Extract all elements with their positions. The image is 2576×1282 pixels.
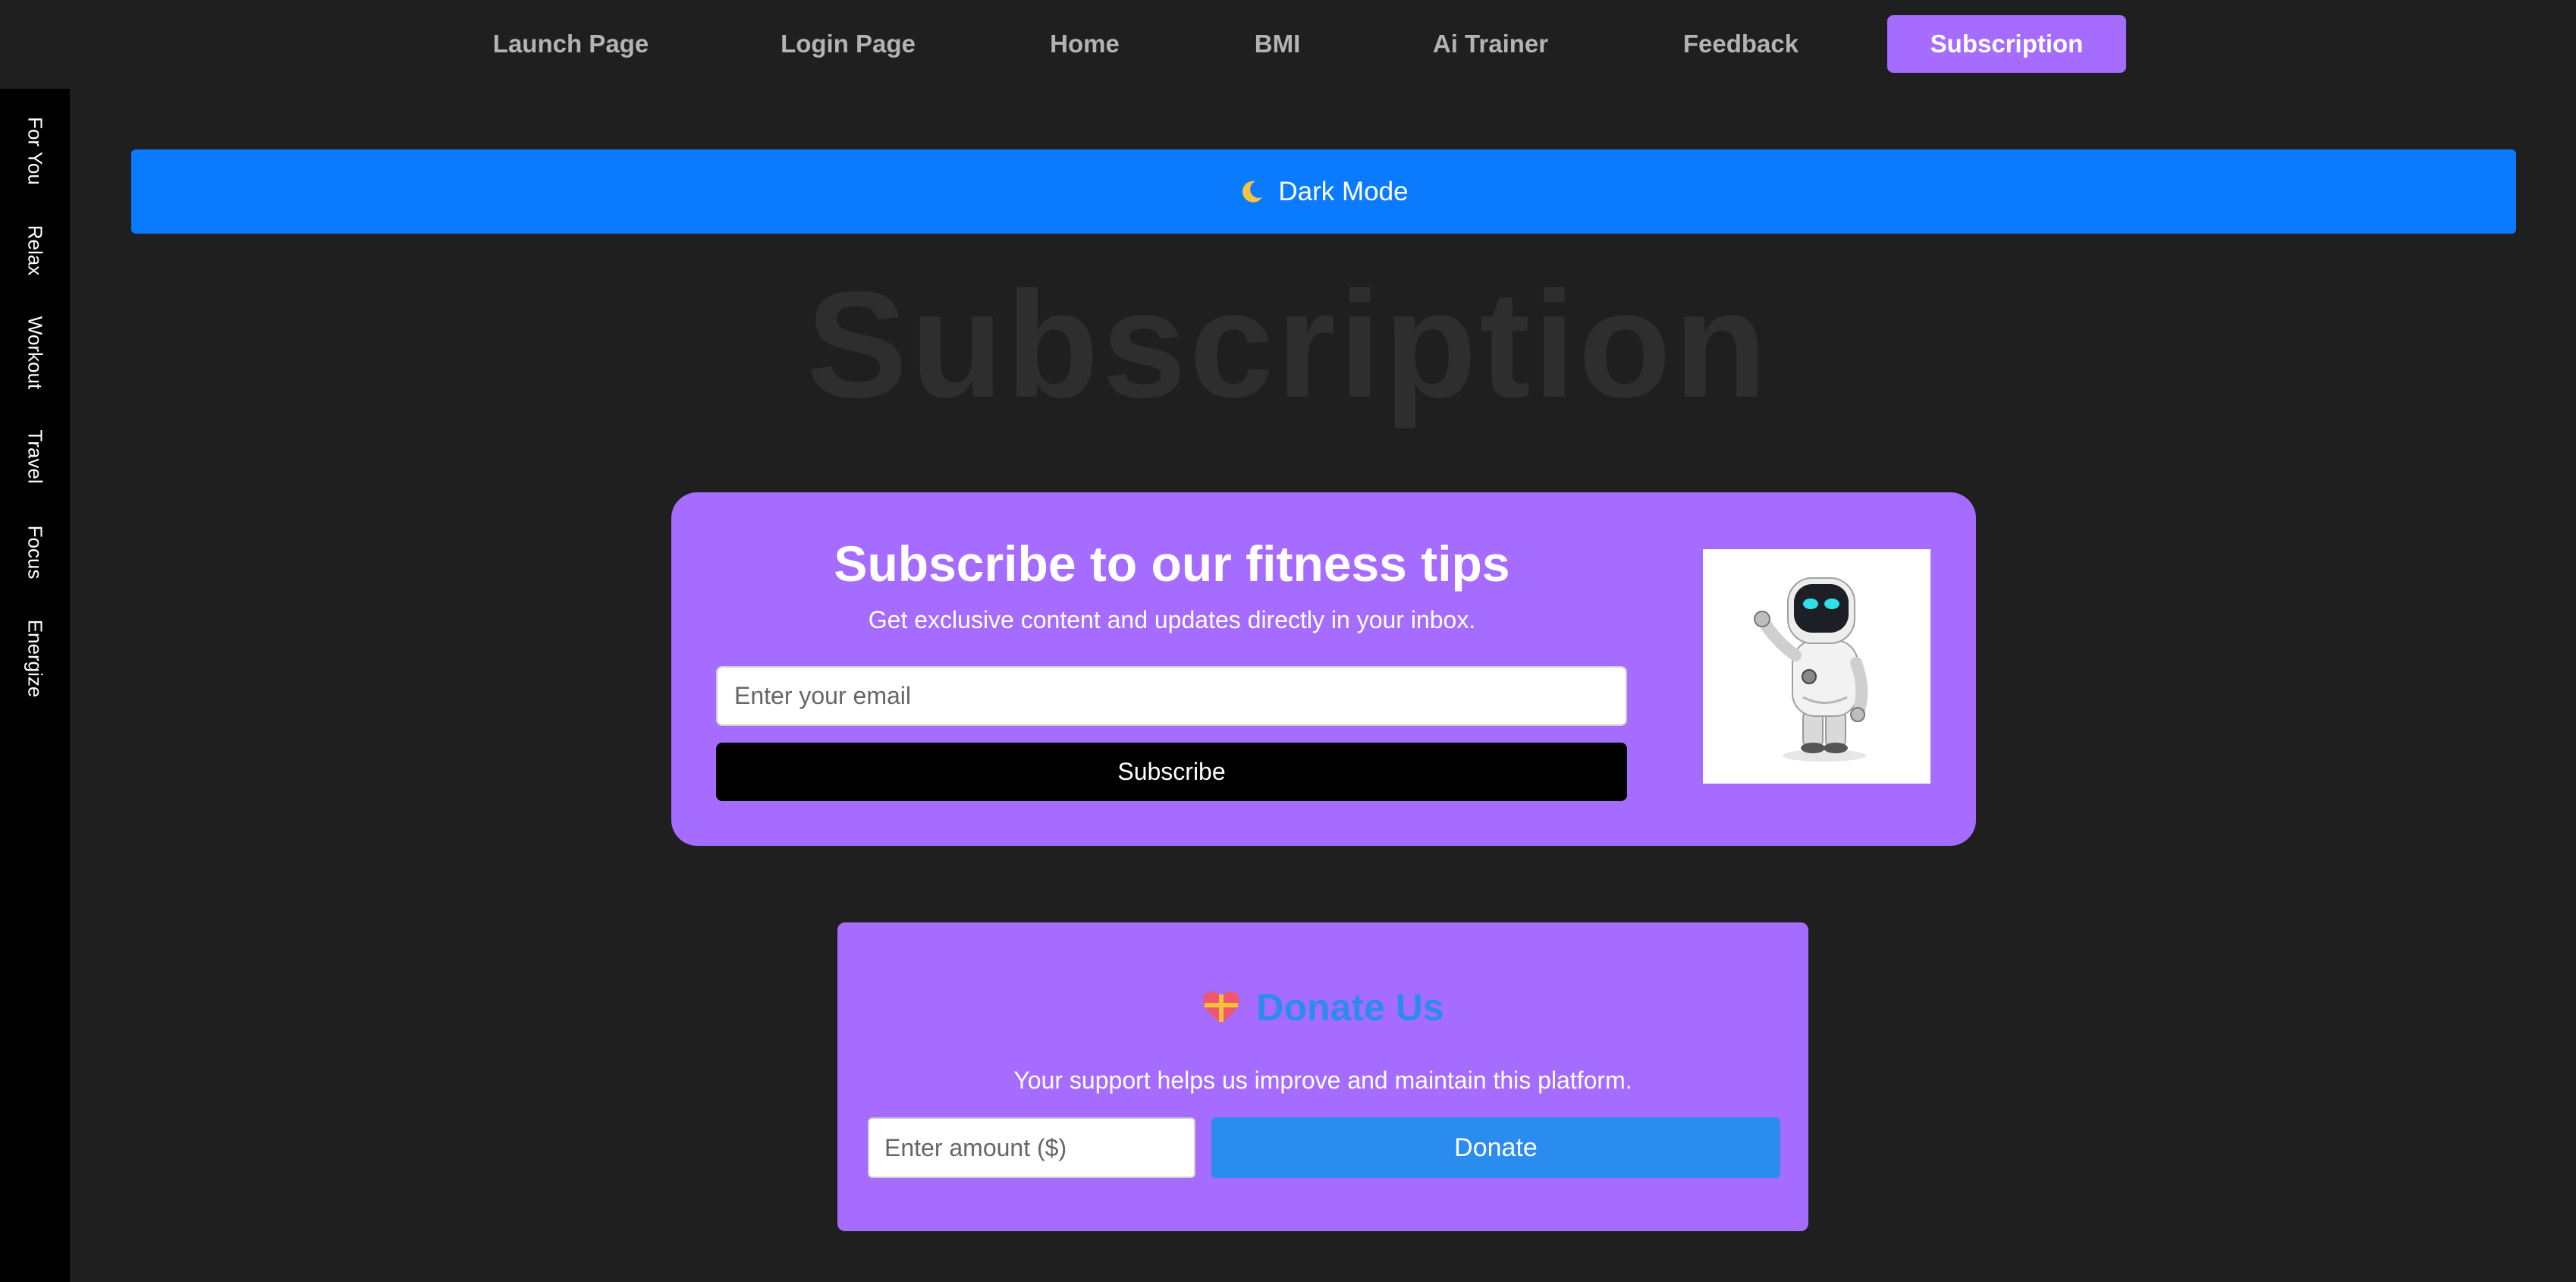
dark-mode-label: Dark Mode [1278,176,1409,206]
email-field[interactable] [716,666,1627,726]
sidebar-item-energize[interactable]: Energize [24,620,47,698]
top-navigation: Launch Page Login Page Home BMI Ai Train… [0,0,2576,89]
sidebar: For You Relax Workout Travel Focus Energ… [0,89,70,1282]
amount-field[interactable] [868,1117,1195,1178]
sidebar-item-for-you[interactable]: For You [24,117,47,185]
heart-gift-icon [1203,991,1240,1023]
nav-bmi[interactable]: BMI [1221,15,1334,73]
nav-login-page[interactable]: Login Page [734,15,962,73]
donate-button[interactable]: Donate [1211,1117,1780,1178]
moon-icon [1242,181,1263,203]
subscribe-card: Subscribe to our fitness tips Get exclus… [671,492,1976,846]
nav-subscription[interactable]: Subscription [1887,15,2126,73]
subscribe-title: Subscribe to our fitness tips [834,536,1510,592]
dark-mode-button[interactable]: Dark Mode [131,149,2516,234]
robot-image [1703,549,1930,784]
donate-card: Donate Us Your support helps us improve … [837,922,1808,1231]
nav-feedback[interactable]: Feedback [1642,15,1839,73]
page-title: Subscription [806,260,1770,429]
subscribe-button[interactable]: Subscribe [716,743,1627,801]
subscribe-description: Get exclusive content and updates direct… [868,606,1476,633]
donate-description: Your support helps us improve and mainta… [1013,1067,1632,1094]
sidebar-item-travel[interactable]: Travel [24,429,47,483]
sidebar-item-focus[interactable]: Focus [24,526,47,580]
nav-home[interactable]: Home [1005,15,1164,73]
donate-heading: Donate Us [837,985,1808,1029]
donate-title: Donate Us [1256,986,1444,1029]
nav-launch-page[interactable]: Launch Page [455,15,686,73]
nav-ai-trainer[interactable]: Ai Trainer [1396,15,1585,73]
sidebar-item-relax[interactable]: Relax [24,225,47,275]
